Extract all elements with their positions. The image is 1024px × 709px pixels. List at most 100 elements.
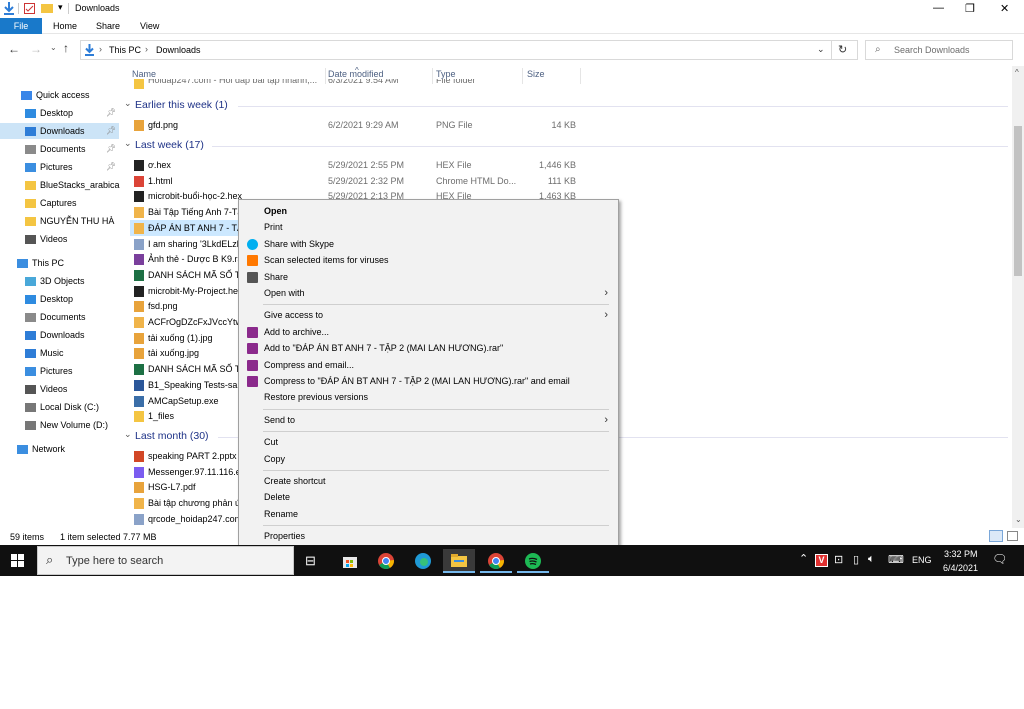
clock-date[interactable]: 6/4/2021 — [943, 563, 978, 573]
taskbar-store-button[interactable] — [334, 549, 366, 573]
menu-item-give-access-to[interactable]: Give access to › — [239, 307, 618, 323]
new-folder-icon[interactable] — [41, 3, 53, 13]
search-box[interactable]: ⌕ Search Downloads — [865, 40, 1013, 60]
menu-item-share[interactable]: Share — [239, 269, 618, 285]
scrollbar-thumb[interactable] — [1014, 126, 1022, 276]
sidebar-item-desktop[interactable]: Desktop 📌︎ — [0, 105, 119, 121]
menu-item-open-with[interactable]: Open with › — [239, 285, 618, 301]
tab-view[interactable]: View — [140, 21, 159, 31]
chat-tray-icon[interactable]: ⊡ — [834, 553, 843, 566]
group-label: Last month (30) — [135, 430, 209, 442]
windows-start-icon[interactable] — [11, 554, 24, 567]
sidebar-item-desktop[interactable]: Desktop — [0, 291, 119, 307]
file-name: AMCapSetup.exe — [148, 395, 219, 406]
file-date: 5/29/2021 2:55 PM — [328, 160, 405, 170]
list-item[interactable]: 1.html 5/29/2021 2:32 PM Chrome HTML Do...… — [130, 173, 1010, 189]
menu-item-open[interactable]: Open — [239, 203, 618, 219]
sidebar-item-documents[interactable]: Documents 📌︎ — [0, 141, 119, 157]
breadcrumb-this-pc[interactable]: This PC — [109, 45, 141, 55]
volume-icon[interactable]: 🔈︎ — [868, 553, 875, 566]
address-bar[interactable]: › This PC › Downloads ⌄ ↻ — [80, 40, 858, 60]
menu-item-create-shortcut[interactable]: Create shortcut — [239, 473, 618, 489]
taskbar-chrome-active-button[interactable] — [480, 549, 512, 573]
taskbar-search-box[interactable]: ⌕ Type here to search — [37, 546, 294, 575]
recent-locations-icon[interactable]: ⌄ — [50, 43, 57, 52]
sidebar-item-downloads[interactable]: Downloads — [0, 327, 119, 343]
large-icons-view-icon[interactable] — [1007, 531, 1018, 541]
sidebar-item-music[interactable]: Music — [0, 345, 119, 361]
notification-icon[interactable]: 🗨︎ — [992, 552, 1007, 566]
menu-item-print[interactable]: Print — [239, 219, 618, 235]
language-indicator[interactable]: ENG — [912, 555, 932, 565]
selection-size: 7.77 MB — [123, 532, 157, 542]
antivirus-tray-icon[interactable]: V — [815, 554, 828, 567]
sidebar-item-videos[interactable]: Videos — [0, 381, 119, 397]
column-header-size[interactable]: Size — [527, 69, 545, 79]
menu-item-scan-selected-items-for-viruse[interactable]: Scan selected items for viruses — [239, 252, 618, 268]
display-tray-icon[interactable]: ▯ — [853, 553, 859, 566]
list-item[interactable]: ơ.hex 5/29/2021 2:55 PM HEX File 1,446 KB — [130, 157, 1010, 173]
menu-item-copy[interactable]: Copy — [239, 451, 618, 467]
sidebar-item-3d-objects[interactable]: 3D Objects — [0, 273, 119, 289]
menu-item-label: Restore previous versions — [264, 392, 369, 403]
keyboard-icon[interactable]: ⌨ — [888, 553, 904, 566]
menu-item-add-to-p-n-bt-anh-7-t-p-2-mai-[interactable]: Add to "ĐÁP ÁN BT ANH 7 - TẬP 2 (MAI LAN… — [239, 340, 618, 356]
clock-time[interactable]: 3:32 PM — [944, 549, 978, 559]
sidebar-item-this-pc[interactable]: This PC — [0, 255, 119, 271]
menu-item-rename[interactable]: Rename — [239, 506, 618, 522]
taskbar-spotify-button[interactable] — [517, 549, 549, 573]
tab-home[interactable]: Home — [53, 21, 77, 31]
taskbar-edge-button[interactable] — [407, 549, 439, 573]
task-view-button[interactable]: ⊟ — [298, 549, 330, 573]
close-button[interactable]: ✕ — [1000, 2, 1009, 15]
list-item[interactable]: gfd.png 6/2/2021 9:29 AM PNG File 14 KB — [130, 117, 1010, 133]
up-arrow-icon[interactable]: ↑ — [63, 41, 69, 55]
sidebar-item-documents[interactable]: Documents — [0, 309, 119, 325]
sidebar-item-nguy-n-thu-h-[interactable]: NGUYỄN THU HÀ — [0, 213, 119, 229]
refresh-icon[interactable]: ↻ — [838, 43, 847, 56]
sidebar-item-bluestacks-arabica[interactable]: BlueStacks_arabica — [0, 177, 120, 193]
sidebar-item-pictures[interactable]: Pictures 📌︎ — [0, 159, 119, 175]
tab-share[interactable]: Share — [96, 21, 120, 31]
details-view-icon[interactable] — [989, 530, 1003, 542]
taskbar-file-explorer-button[interactable] — [443, 549, 475, 573]
address-dropdown-icon[interactable]: ⌄ — [817, 44, 825, 55]
list-item[interactable]: ĐÁP ÁN BT ANH 7 - TẬP — [130, 219, 249, 236]
menu-item-delete[interactable]: Delete — [239, 489, 618, 505]
sidebar-item-local-disk-c-[interactable]: Local Disk (C:) — [0, 399, 119, 415]
menu-item-add-to-archive[interactable]: Add to archive... — [239, 324, 618, 340]
quick-access-toolbar-dropdown-icon[interactable]: ▾ — [58, 2, 63, 13]
column-header-date-modified[interactable]: Date modified — [328, 69, 384, 79]
menu-item-cut[interactable]: Cut — [239, 434, 618, 450]
videos-icon — [25, 385, 36, 394]
column-header-name[interactable]: Name — [132, 69, 156, 79]
back-arrow-icon[interactable]: ← — [8, 42, 20, 56]
forward-arrow-icon[interactable]: → — [30, 42, 42, 56]
sidebar-item-quick-access[interactable]: Quick access — [0, 87, 119, 103]
menu-item-compress-to-p-n-bt-anh-7-t-p-2[interactable]: Compress to "ĐÁP ÁN BT ANH 7 - TẬP 2 (MA… — [239, 373, 618, 389]
sidebar-item-captures[interactable]: Captures — [0, 195, 119, 211]
sidebar-item-new-volume-d-[interactable]: New Volume (D:) — [0, 417, 119, 433]
taskbar-chrome-button[interactable] — [370, 549, 402, 573]
sidebar-item-pictures[interactable]: Pictures — [0, 363, 119, 379]
menu-item-send-to[interactable]: Send to › — [239, 412, 618, 428]
vertical-scrollbar[interactable]: ^ ⌄ — [1012, 66, 1024, 528]
scroll-down-icon[interactable]: ⌄ — [1015, 515, 1022, 524]
menu-item-compress-and-email[interactable]: Compress and email... — [239, 357, 618, 373]
file-type: HEX File — [436, 160, 472, 170]
menu-item-share-with-skype[interactable]: Share with Skype — [239, 236, 618, 252]
breadcrumb-downloads[interactable]: Downloads — [156, 45, 201, 55]
restore-button[interactable]: ❐ — [965, 2, 975, 15]
show-hidden-icons-chevron-icon[interactable]: ⌃ — [799, 552, 808, 565]
column-header-type[interactable]: Type — [436, 69, 456, 79]
menu-item-restore-previous-versions[interactable]: Restore previous versions — [239, 389, 618, 405]
scroll-up-icon[interactable]: ^ — [1015, 68, 1019, 77]
menu-item-properties[interactable]: Properties — [239, 528, 618, 544]
list-item[interactable]: Hoidap247.com - Hỏi đáp bài tập nhanh,..… — [130, 79, 1010, 89]
sidebar-item-videos[interactable]: Videos — [0, 231, 119, 247]
properties-icon[interactable] — [24, 3, 35, 14]
minimize-button[interactable]: — — [933, 2, 944, 14]
tab-file[interactable]: File — [0, 18, 42, 34]
sidebar-item-network[interactable]: Network — [0, 441, 119, 457]
sidebar-item-downloads[interactable]: Downloads 📌︎ — [0, 123, 119, 139]
